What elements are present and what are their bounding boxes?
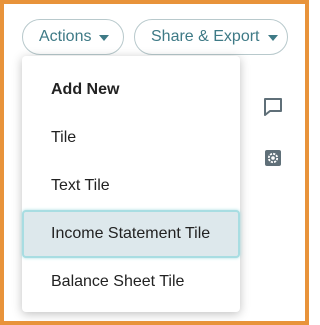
chevron-down-icon: [267, 35, 278, 41]
actions-dropdown-menu: Add New Tile Text Tile Income Statement …: [22, 56, 240, 312]
settings-icon[interactable]: [262, 147, 284, 169]
comment-icon[interactable]: [262, 96, 284, 118]
menu-item-text-tile[interactable]: Text Tile: [22, 162, 240, 210]
app-frame: Actions Share & Export Add New Tile Text…: [0, 0, 309, 325]
chevron-down-icon: [99, 35, 110, 41]
menu-item-balance-sheet-tile[interactable]: Balance Sheet Tile: [22, 258, 240, 306]
menu-item-income-statement-tile[interactable]: Income Statement Tile: [22, 210, 240, 258]
share-export-button[interactable]: Share & Export: [134, 19, 288, 55]
actions-button-label: Actions: [39, 28, 92, 45]
menu-item-tile[interactable]: Tile: [22, 114, 240, 162]
menu-header-add-new: Add New: [51, 81, 120, 98]
actions-button[interactable]: Actions: [22, 19, 124, 55]
share-export-button-label: Share & Export: [151, 28, 260, 45]
